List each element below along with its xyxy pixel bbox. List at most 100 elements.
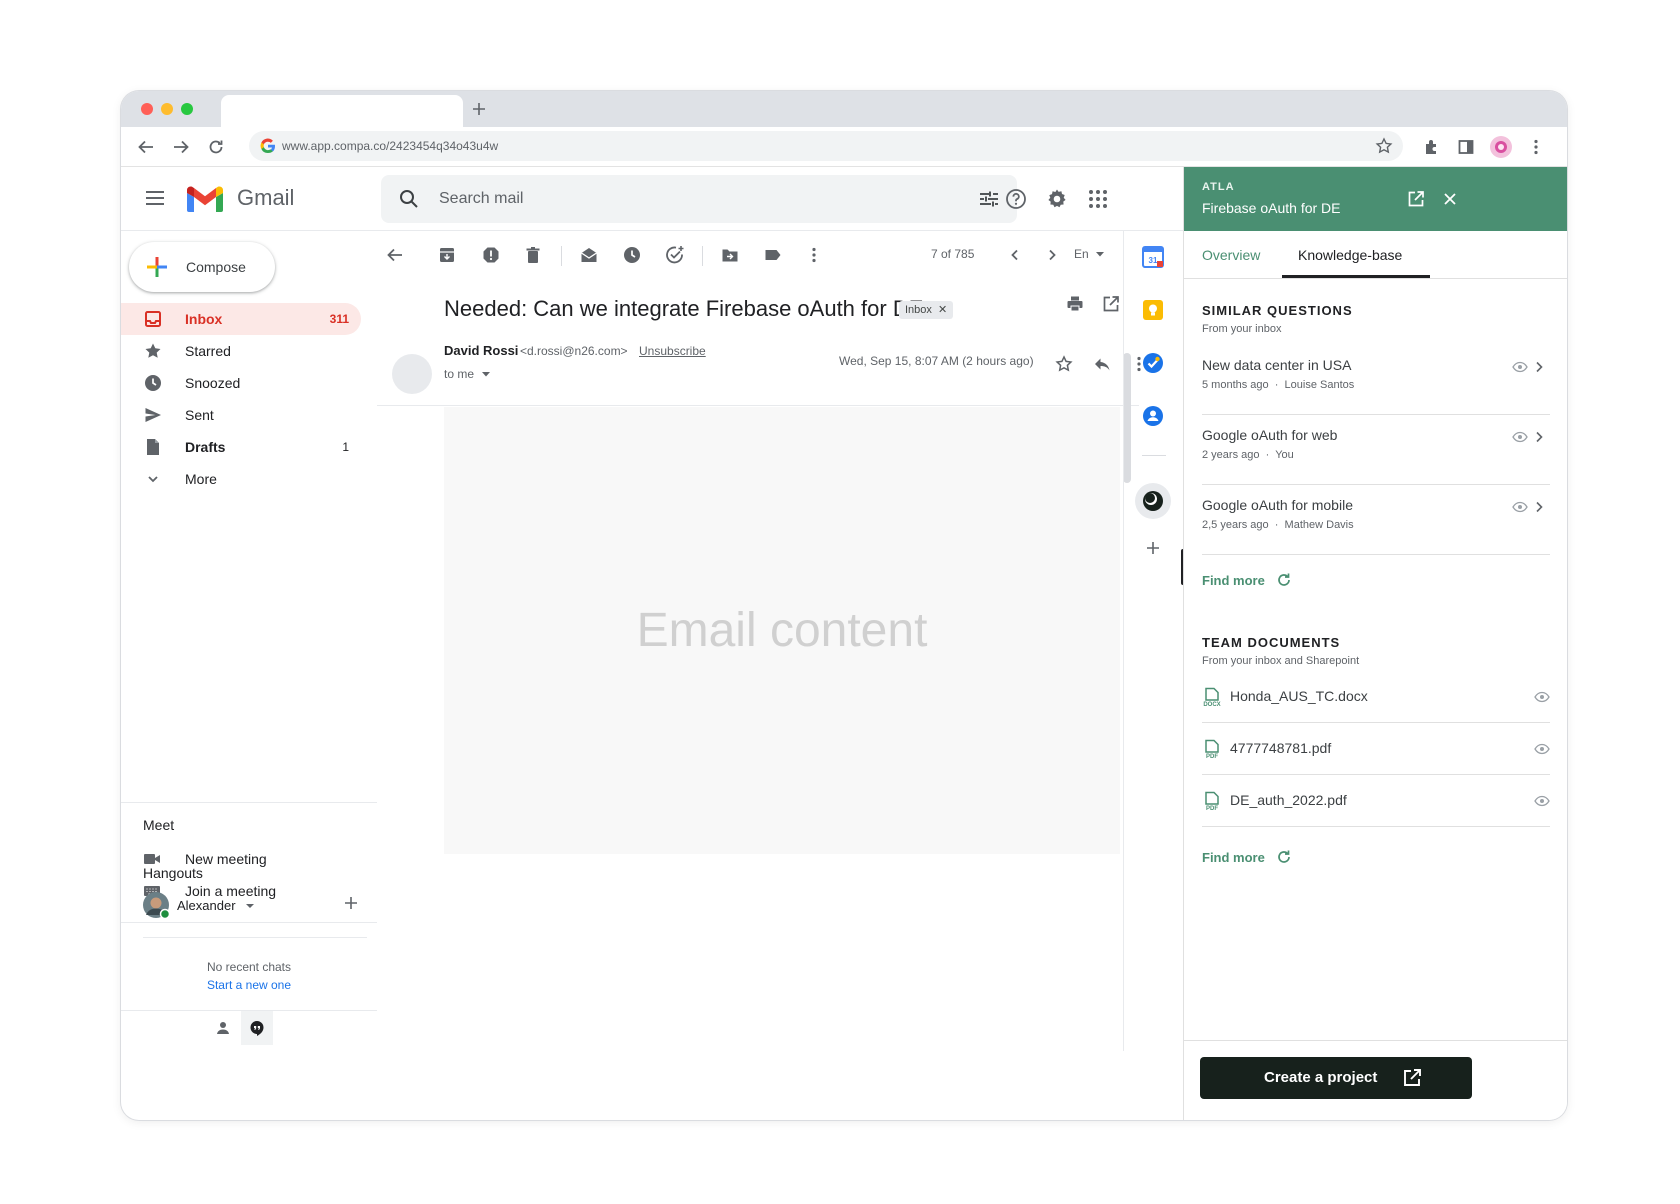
profile-button[interactable]	[1489, 135, 1513, 159]
hangouts-user-name[interactable]: Alexander	[177, 898, 236, 913]
calendar-addon-button[interactable]: 31	[1141, 245, 1165, 269]
tab-knowledge-base[interactable]: Knowledge-base	[1298, 247, 1402, 263]
bookmark-star-icon[interactable]	[1375, 137, 1393, 155]
atla-footer: Create a project	[1184, 1040, 1567, 1120]
tasks-addon-button[interactable]	[1141, 351, 1165, 375]
refresh-icon[interactable]	[1276, 849, 1292, 865]
chevron-right-icon[interactable]	[1532, 429, 1546, 445]
eye-icon[interactable]	[1512, 499, 1528, 515]
find-more-documents-link[interactable]: Find more	[1202, 850, 1265, 865]
mark-unread-button[interactable]	[577, 243, 601, 267]
snooze-button[interactable]	[620, 243, 644, 267]
support-button[interactable]	[1004, 187, 1028, 211]
eye-icon[interactable]	[1534, 689, 1550, 705]
create-project-button[interactable]: Create a project	[1200, 1057, 1472, 1099]
eye-icon[interactable]	[1512, 429, 1528, 445]
trash-icon	[526, 247, 540, 263]
reload-button[interactable]	[204, 135, 228, 159]
email-body-placeholder: Email content	[636, 604, 928, 657]
extensions-button[interactable]	[1420, 135, 1444, 159]
minimize-window-button[interactable]	[161, 103, 173, 115]
contacts-addon-button[interactable]	[1141, 404, 1165, 428]
inbox-label-chip[interactable]: Inbox ✕	[899, 301, 954, 319]
compose-plus-icon	[147, 257, 167, 277]
more-actions-button[interactable]	[802, 243, 826, 267]
atla-close-button[interactable]	[1438, 187, 1462, 211]
refresh-icon[interactable]	[1276, 572, 1292, 588]
move-to-button[interactable]	[718, 243, 742, 267]
caret-down-icon[interactable]	[245, 903, 255, 909]
similar-question-item[interactable]: Google oAuth for mobile 2,5 years ago · …	[1202, 485, 1550, 555]
sidebar-item-sent[interactable]: Sent	[121, 399, 361, 431]
compose-button[interactable]: Compose	[129, 242, 275, 292]
find-more-questions-link[interactable]: Find more	[1202, 573, 1265, 588]
print-button[interactable]	[1063, 292, 1087, 316]
document-item[interactable]: DOCX Honda_AUS_TC.docx	[1202, 671, 1550, 723]
labels-button[interactable]	[761, 243, 785, 267]
eye-icon[interactable]	[1534, 793, 1550, 809]
atla-open-external-button[interactable]	[1404, 187, 1428, 211]
close-window-button[interactable]	[141, 103, 153, 115]
sidebar-item-more[interactable]: More	[121, 463, 361, 495]
recipient-details-toggle[interactable]: to me	[444, 367, 491, 381]
eye-icon[interactable]	[1534, 741, 1550, 757]
add-task-icon	[666, 246, 684, 264]
sender-avatar[interactable]	[392, 354, 432, 394]
arrow-left-icon	[387, 248, 402, 262]
older-button[interactable]	[1040, 243, 1064, 267]
sidebar-item-starred[interactable]: Starred	[121, 335, 361, 367]
apps-button[interactable]	[1086, 187, 1110, 211]
new-tab-button[interactable]	[467, 97, 491, 121]
back-to-inbox-button[interactable]	[383, 243, 407, 267]
main-menu-button[interactable]	[143, 186, 167, 210]
remove-label-icon[interactable]: ✕	[938, 304, 947, 316]
join-meeting-label: Join a meeting	[185, 883, 277, 899]
sidebar-item-inbox[interactable]: Inbox 311	[121, 303, 361, 335]
newer-button[interactable]	[1003, 243, 1027, 267]
hangouts-tab-active[interactable]	[241, 1011, 273, 1045]
add-to-tasks-button[interactable]	[663, 243, 687, 267]
calendar-icon: 31	[1142, 246, 1164, 268]
side-panel-button[interactable]	[1454, 135, 1478, 159]
maximize-window-button[interactable]	[181, 103, 193, 115]
spam-icon	[483, 247, 499, 263]
document-item[interactable]: PDF 4777748781.pdf	[1202, 723, 1550, 775]
keep-addon-button[interactable]	[1141, 298, 1165, 322]
new-chat-button[interactable]	[343, 895, 359, 911]
sender-name[interactable]: David Rossi	[444, 343, 518, 358]
start-new-chat-link[interactable]: Start a new one	[121, 978, 377, 992]
search-options-icon[interactable]	[977, 187, 1001, 211]
document-item[interactable]: PDF DE_auth_2022.pdf	[1202, 775, 1550, 827]
browser-menu-button[interactable]	[1524, 135, 1548, 159]
sidebar-item-snoozed[interactable]: Snoozed	[121, 367, 361, 399]
chevron-left-icon	[1011, 249, 1018, 261]
forward-button[interactable]	[169, 135, 193, 159]
sidebar-item-drafts[interactable]: Drafts 1	[121, 431, 361, 463]
open-in-new-window-button[interactable]	[1099, 292, 1123, 316]
search-icon[interactable]	[397, 187, 421, 211]
address-bar[interactable]: www.app.compa.co/2423454q34o43u4w	[249, 131, 1403, 161]
get-addons-button[interactable]	[1141, 536, 1165, 560]
reply-button[interactable]	[1090, 352, 1114, 376]
hangouts-avatar[interactable]	[143, 892, 171, 920]
search-mail-field[interactable]: Search mail	[381, 175, 1017, 223]
atla-title: Firebase oAuth for DE	[1202, 200, 1341, 216]
eye-icon[interactable]	[1512, 359, 1528, 375]
contacts-icon[interactable]	[215, 1020, 231, 1036]
similar-question-item[interactable]: Google oAuth for web 2 years ago · You	[1202, 415, 1550, 485]
tab-overview[interactable]: Overview	[1202, 247, 1260, 263]
pdf-file-icon: PDF	[1205, 791, 1219, 811]
input-tools-button[interactable]: En	[1074, 247, 1105, 261]
archive-button[interactable]	[435, 243, 459, 267]
similar-question-item[interactable]: New data center in USA 5 months ago · Lo…	[1202, 345, 1550, 415]
back-button[interactable]	[134, 135, 158, 159]
report-spam-button[interactable]	[479, 243, 503, 267]
chevron-right-icon[interactable]	[1532, 499, 1546, 515]
star-email-button[interactable]	[1052, 352, 1076, 376]
delete-button[interactable]	[521, 243, 545, 267]
atla-addon-button[interactable]	[1135, 483, 1171, 519]
browser-tab[interactable]	[221, 95, 463, 127]
settings-button[interactable]	[1045, 187, 1069, 211]
chevron-right-icon[interactable]	[1532, 359, 1546, 375]
unsubscribe-link[interactable]: Unsubscribe	[639, 344, 706, 358]
